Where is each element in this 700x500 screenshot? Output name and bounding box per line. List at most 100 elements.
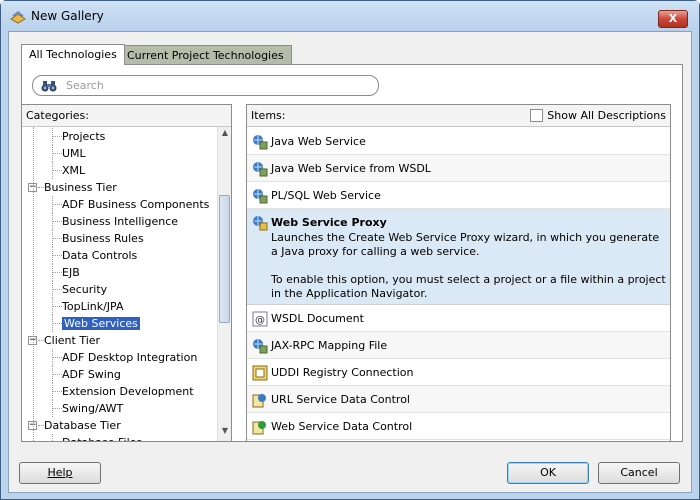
gallery-item[interactable]: JAX-RPC Mapping File bbox=[247, 332, 670, 359]
item-label: WSDL Document bbox=[271, 312, 364, 325]
binoculars-icon bbox=[41, 81, 57, 92]
item-label: Web Service Proxy bbox=[271, 216, 387, 229]
scroll-thumb[interactable] bbox=[219, 195, 230, 323]
category-item[interactable]: ADF Business Components bbox=[62, 196, 209, 213]
tree-connector bbox=[52, 255, 62, 256]
tree-connector bbox=[52, 264, 53, 281]
categories-tree: Projects UML XML − Business Tier ADF Business… bbox=[22, 127, 218, 441]
tree-connector bbox=[52, 153, 62, 154]
category-item[interactable]: EJB bbox=[62, 264, 80, 281]
tree-connector bbox=[52, 281, 53, 298]
cancel-label: Cancel bbox=[620, 466, 658, 479]
category-label: ADF Business Components bbox=[62, 198, 210, 211]
category-item[interactable]: Security bbox=[62, 281, 107, 298]
tree-connector bbox=[52, 306, 62, 307]
category-item[interactable]: ADF Swing bbox=[62, 366, 121, 383]
category-item[interactable]: Swing/AWT bbox=[62, 400, 123, 417]
cancel-button[interactable]: Cancel bbox=[598, 462, 680, 484]
tree-connector bbox=[33, 127, 34, 441]
category-label: EJB bbox=[62, 266, 80, 279]
item-label: URL Service Data Control bbox=[271, 393, 410, 406]
tree-connector bbox=[52, 230, 53, 247]
category-label: ADF Desktop Integration bbox=[62, 351, 198, 364]
items-header: Items: Show All Descriptions bbox=[247, 105, 670, 127]
show-all-label: Show All Descriptions bbox=[547, 109, 666, 122]
category-item[interactable]: UML bbox=[62, 145, 86, 162]
svg-text:@: @ bbox=[255, 315, 265, 326]
category-item[interactable]: Business Rules bbox=[62, 230, 144, 247]
help-label: Help bbox=[47, 466, 73, 479]
category-item[interactable]: TopLink/JPA bbox=[62, 298, 124, 315]
category-label: Data Controls bbox=[62, 249, 138, 262]
category-item[interactable]: Projects bbox=[62, 128, 105, 145]
category-item[interactable]: Extension Development bbox=[62, 383, 194, 400]
tree-connector bbox=[52, 400, 53, 417]
tab-all-technologies[interactable]: All Technologies bbox=[21, 44, 125, 65]
category-label: Security bbox=[62, 283, 108, 296]
tree-connector bbox=[52, 162, 53, 179]
gallery-item[interactable]: Java Web Service bbox=[247, 128, 670, 155]
category-item[interactable]: Data Controls bbox=[62, 247, 137, 264]
tree-connector bbox=[52, 136, 62, 137]
tab-current-project-technologies[interactable]: Current Project Technologies bbox=[119, 45, 292, 65]
tree-connector bbox=[52, 238, 62, 239]
tab-label: All Technologies bbox=[29, 48, 117, 61]
gallery-item[interactable]: URL Service Data Control bbox=[247, 386, 670, 413]
category-label: XML bbox=[62, 164, 86, 177]
category-label: TopLink/JPA bbox=[62, 300, 124, 313]
tree-connector bbox=[52, 247, 53, 264]
tree-connector bbox=[52, 391, 62, 392]
uddi-registry-icon bbox=[252, 365, 268, 381]
tree-connector bbox=[52, 408, 62, 409]
tab-label: Current Project Technologies bbox=[127, 49, 284, 62]
gallery-item[interactable]: Web Service Data Control bbox=[247, 413, 670, 440]
show-all-descriptions-checkbox[interactable]: Show All Descriptions bbox=[530, 109, 666, 122]
search-field[interactable]: Search bbox=[32, 75, 379, 96]
close-icon: X bbox=[668, 12, 678, 25]
web-service-data-control-icon bbox=[252, 421, 266, 435]
wsdl-document-icon: @ bbox=[252, 311, 268, 327]
categories-panel: Categories: Projects UML XML − Business Tier… bbox=[21, 104, 232, 442]
category-label: UML bbox=[62, 147, 86, 160]
tree-connector bbox=[52, 374, 62, 375]
categories-scrollbar[interactable]: ▲ ▼ bbox=[217, 127, 231, 441]
category-item[interactable]: Business Tier bbox=[44, 179, 117, 196]
checkbox-box[interactable] bbox=[530, 109, 544, 122]
category-item[interactable]: XML bbox=[62, 162, 85, 179]
tree-connector bbox=[52, 357, 62, 358]
tree-connector bbox=[52, 298, 53, 315]
scroll-down-icon[interactable]: ▼ bbox=[218, 426, 231, 440]
item-label: JAX-RPC Mapping File bbox=[271, 339, 388, 352]
help-button[interactable]: Help bbox=[19, 462, 101, 484]
gallery-item[interactable]: Java Web Service from WSDL bbox=[247, 155, 670, 182]
gallery-item[interactable]: UDDI Registry Connection bbox=[247, 359, 670, 386]
tree-connector bbox=[52, 349, 53, 366]
tree-connector bbox=[52, 221, 62, 222]
ok-button[interactable]: OK bbox=[507, 462, 589, 484]
gallery-icon bbox=[10, 11, 26, 24]
category-item[interactable]: Web Services bbox=[62, 315, 140, 332]
categories-label: Categories: bbox=[26, 109, 89, 122]
gallery-item[interactable]: PL/SQL Web Service bbox=[247, 182, 670, 209]
item-label: Web Service Data Control bbox=[271, 420, 413, 433]
title-bar[interactable]: New Gallery X bbox=[1, 1, 699, 31]
category-item[interactable]: Database Tier bbox=[44, 417, 121, 434]
tree-connector bbox=[52, 434, 53, 441]
item-label: UDDI Registry Connection bbox=[271, 366, 414, 379]
category-item[interactable]: ADF Desktop Integration bbox=[62, 349, 197, 366]
category-label: Extension Development bbox=[62, 385, 194, 398]
tree-connector bbox=[52, 196, 53, 213]
gallery-item[interactable]: @ WSDL Document bbox=[247, 305, 670, 332]
category-item[interactable]: Client Tier bbox=[44, 332, 100, 349]
tree-connector bbox=[52, 315, 53, 332]
gallery-item[interactable]: Web Service Proxy Launches the Create Web… bbox=[247, 209, 670, 305]
items-label: Items: bbox=[251, 109, 286, 122]
category-item[interactable]: Business Intelligence bbox=[62, 213, 178, 230]
tree-connector bbox=[52, 170, 62, 171]
web-service-icon bbox=[253, 135, 268, 150]
close-button[interactable]: X bbox=[658, 10, 688, 28]
new-gallery-window: New Gallery X All Technologies Current P… bbox=[0, 0, 700, 500]
category-item[interactable]: Database Files bbox=[62, 434, 142, 441]
tree-connector bbox=[52, 145, 53, 162]
scroll-up-icon[interactable]: ▲ bbox=[218, 128, 231, 142]
